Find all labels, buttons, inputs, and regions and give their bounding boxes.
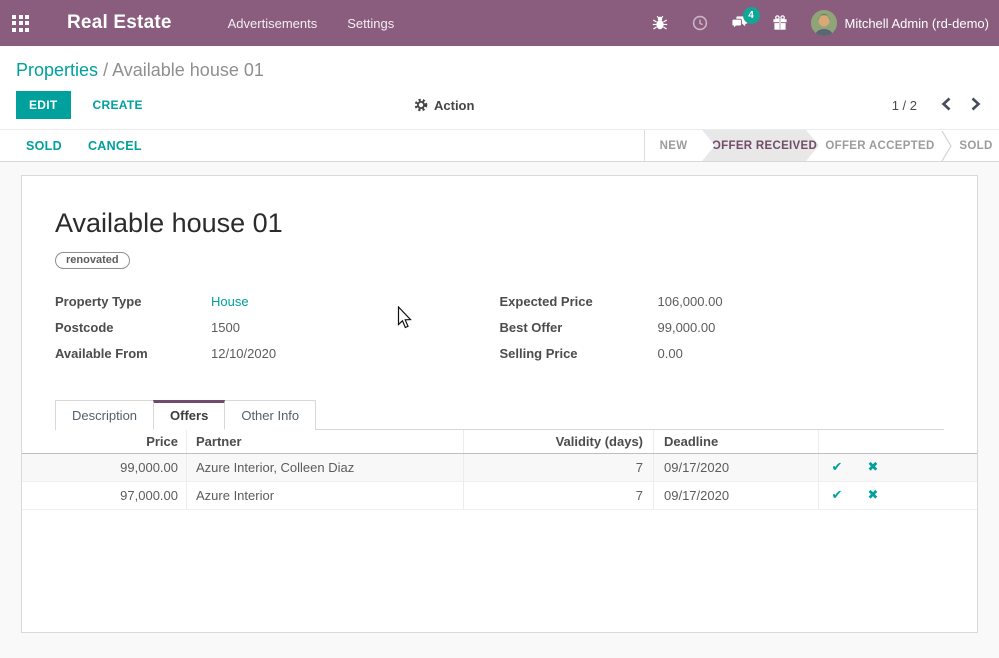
pager: 1 / 2 <box>892 95 983 116</box>
field-value: 1500 <box>211 320 240 335</box>
field-label: Expected Price <box>500 294 658 309</box>
bug-icon[interactable] <box>651 14 669 32</box>
header-validity[interactable]: Validity (days) <box>464 430 654 453</box>
menu-settings[interactable]: Settings <box>347 12 394 35</box>
statusbar: SOLD CANCEL NEW OFFER RECEIVED OFFER ACC… <box>0 129 999 162</box>
step-offer-received[interactable]: OFFER RECEIVED <box>702 130 819 161</box>
breadcrumb-current: Available house 01 <box>112 60 264 80</box>
avatar <box>811 10 837 36</box>
offer-partner: Azure Interior, Colleen Diaz <box>187 454 464 481</box>
statusbar-steps: NEW OFFER RECEIVED OFFER ACCEPTED SOLD <box>644 130 999 161</box>
tab-offers[interactable]: Offers <box>153 400 225 430</box>
tag-renovated: renovated <box>55 252 130 269</box>
tab-other-info[interactable]: Other Info <box>224 400 316 430</box>
field-value: 99,000.00 <box>658 320 716 335</box>
pager-previous-button[interactable] <box>939 95 954 116</box>
gear-icon <box>414 98 428 112</box>
refuse-offer-icon[interactable]: ✖ <box>868 460 879 475</box>
field-selling-price: Selling Price 0.00 <box>500 346 945 361</box>
offer-price: 97,000.00 <box>22 482 187 509</box>
chat-icon[interactable]: 4 <box>731 14 749 32</box>
user-name: Mitchell Admin (rd-demo) <box>845 16 990 31</box>
step-separator-icon <box>941 130 953 161</box>
step-sold[interactable]: SOLD <box>953 130 999 161</box>
gift-icon[interactable] <box>771 14 789 32</box>
field-group: Property Type House Postcode 1500 Availa… <box>55 294 944 372</box>
statusbar-buttons: SOLD CANCEL <box>0 130 142 161</box>
offer-validity: 7 <box>464 454 654 481</box>
field-value: 106,000.00 <box>658 294 723 309</box>
refuse-offer-icon[interactable]: ✖ <box>868 488 879 503</box>
action-label: Action <box>434 98 474 113</box>
breadcrumb-properties[interactable]: Properties <box>16 60 98 80</box>
field-best-offer: Best Offer 99,000.00 <box>500 320 945 335</box>
apps-grid-icon[interactable] <box>12 15 29 32</box>
accept-offer-icon[interactable]: ✔ <box>832 488 843 503</box>
field-property-type: Property Type House <box>55 294 500 309</box>
edit-button[interactable]: EDIT <box>16 91 71 119</box>
offer-row-2[interactable]: 97,000.00 Azure Interior 7 09/17/2020 ✔ … <box>22 482 977 510</box>
field-label: Selling Price <box>500 346 658 361</box>
menu-advertisements[interactable]: Advertisements <box>228 12 318 35</box>
nav-menu: Advertisements Settings <box>228 12 395 35</box>
field-label: Property Type <box>55 294 211 309</box>
create-button[interactable]: CREATE <box>87 91 149 119</box>
pager-value: 1 / 2 <box>892 98 917 113</box>
cancel-button[interactable]: CANCEL <box>88 139 142 153</box>
top-navbar: Real Estate Advertisements Settings <box>0 0 999 46</box>
step-offer-accepted[interactable]: OFFER ACCEPTED <box>819 130 941 161</box>
offer-price: 99,000.00 <box>22 454 187 481</box>
breadcrumb: Properties / Available house 01 <box>0 46 999 81</box>
field-postcode: Postcode 1500 <box>55 320 500 335</box>
step-new[interactable]: NEW <box>645 130 702 161</box>
navbar-right: 4 Mitchell Admin (rd-demo) <box>651 10 990 36</box>
breadcrumb-separator: / <box>103 60 112 80</box>
field-label: Best Offer <box>500 320 658 335</box>
pager-next-button[interactable] <box>968 95 983 116</box>
accept-offer-icon[interactable]: ✔ <box>832 460 843 475</box>
control-panel-buttons: EDIT CREATE Action 1 / 2 <box>0 81 999 129</box>
offer-deadline: 09/17/2020 <box>654 482 819 509</box>
app-title[interactable]: Real Estate <box>67 12 172 34</box>
chat-badge: 4 <box>743 7 760 24</box>
clock-icon[interactable] <box>691 14 709 32</box>
field-available-from: Available From 12/10/2020 <box>55 346 500 361</box>
field-label: Postcode <box>55 320 211 335</box>
field-value: 12/10/2020 <box>211 346 276 361</box>
header-price[interactable]: Price <box>22 430 187 453</box>
header-partner[interactable]: Partner <box>187 430 464 453</box>
header-deadline[interactable]: Deadline <box>654 430 819 453</box>
property-type-link[interactable]: House <box>211 294 249 309</box>
user-menu[interactable]: Mitchell Admin (rd-demo) <box>811 10 990 36</box>
control-panel: Properties / Available house 01 EDIT CRE… <box>0 46 999 129</box>
form-sheet: Available house 01 renovated Property Ty… <box>21 175 978 633</box>
field-expected-price: Expected Price 106,000.00 <box>500 294 945 309</box>
offer-partner: Azure Interior <box>187 482 464 509</box>
field-value: 0.00 <box>658 346 683 361</box>
offer-validity: 7 <box>464 482 654 509</box>
offer-deadline: 09/17/2020 <box>654 454 819 481</box>
action-menu[interactable]: Action <box>414 98 474 113</box>
offer-row-1[interactable]: 99,000.00 Azure Interior, Colleen Diaz 7… <box>22 454 977 482</box>
sold-button[interactable]: SOLD <box>26 139 62 153</box>
notebook-tabs: Description Offers Other Info <box>55 400 944 430</box>
offers-table: Price Partner Validity (days) Deadline 9… <box>22 430 977 510</box>
tab-description[interactable]: Description <box>55 400 154 430</box>
record-title: Available house 01 <box>55 208 944 239</box>
field-label: Available From <box>55 346 211 361</box>
offers-table-header: Price Partner Validity (days) Deadline <box>22 430 977 454</box>
